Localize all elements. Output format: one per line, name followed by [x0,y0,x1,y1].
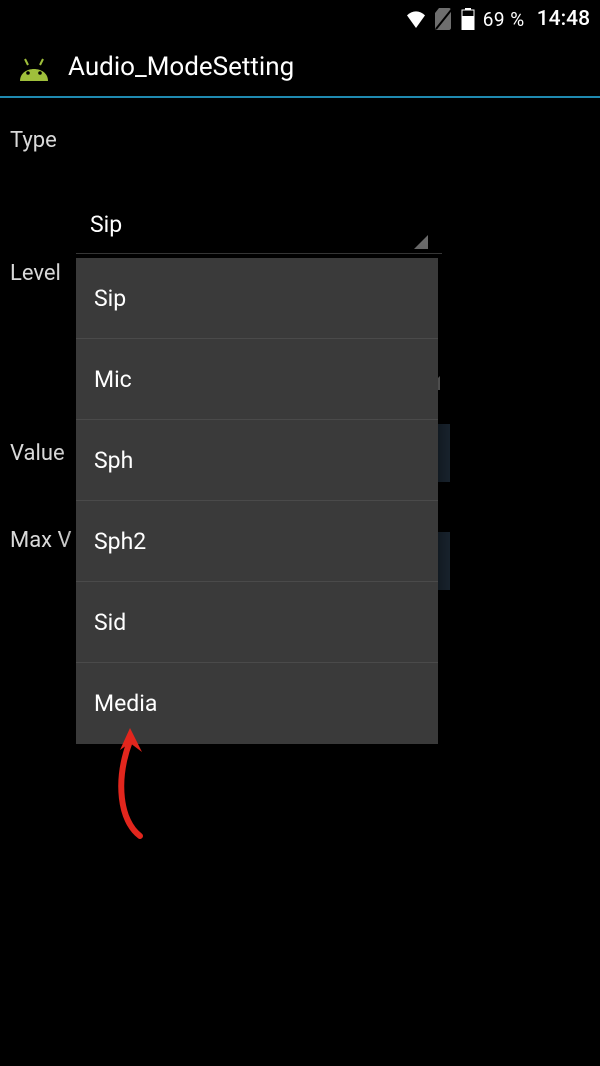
dropdown-option-sph[interactable]: Sph [76,420,438,501]
wifi-icon [405,10,427,28]
battery-icon [461,8,475,30]
status-bar: 69 % 14:48 [0,0,600,38]
type-label: Type [10,128,590,153]
no-sim-icon [435,8,453,30]
type-spinner-value: Sip [90,211,122,238]
android-icon [14,51,54,83]
dropdown-option-media[interactable]: Media [76,663,438,744]
annotation-arrow-icon [100,726,170,850]
type-spinner[interactable]: Sip [76,196,442,254]
dropdown-option-sip[interactable]: Sip [76,258,438,339]
dropdown-indicator-icon [414,235,428,249]
type-dropdown: Sip Mic Sph Sph2 Sid Media [76,258,438,744]
app-title-bar: Audio_ModeSetting [0,38,600,98]
battery-percent: 69 % [483,8,525,31]
clock: 14:48 [537,7,590,31]
page-title: Audio_ModeSetting [68,52,294,82]
dropdown-option-sph2[interactable]: Sph2 [76,501,438,582]
dropdown-option-mic[interactable]: Mic [76,339,438,420]
max-input-edge [438,532,450,590]
dropdown-option-sid[interactable]: Sid [76,582,438,663]
value-input-edge [438,424,450,482]
